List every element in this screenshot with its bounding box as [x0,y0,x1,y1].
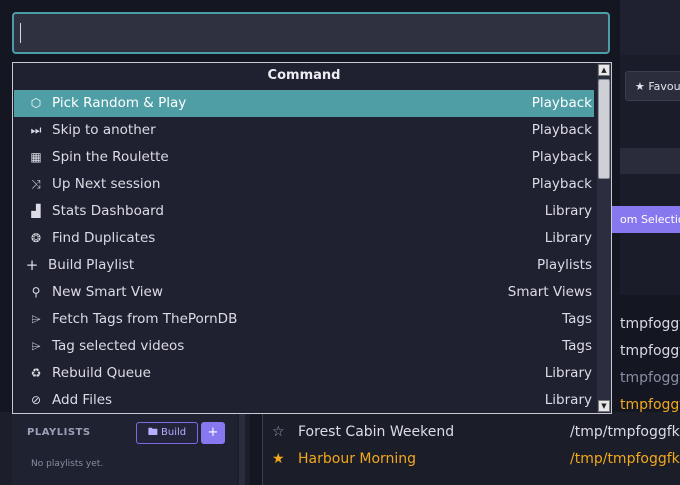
link-icon: ⊘ [30,393,42,407]
command-category: Tags [562,338,592,354]
command-label: Spin the Roulette [52,149,169,165]
command-label: Up Next session [52,176,161,192]
command-item[interactable]: ⤨ Up Next session Playback [14,171,594,198]
tag-icon: ⌲ [31,339,41,353]
cube-icon: ⬡ [30,96,42,110]
video-path: /tmp/tmpfoggfk5 [570,451,680,467]
command-category: Tags [562,311,592,327]
sidebar-scrollbar[interactable] [239,412,245,485]
command-category: Playback [531,95,592,111]
command-item[interactable]: ♻ Rebuild Queue Library [14,360,594,387]
plus-icon: + [25,256,39,274]
command-item[interactable]: ▦ Spin the Roulette Playback [14,144,594,171]
command-category: Smart Views [507,284,592,300]
playlists-title: PLAYLISTS [27,427,91,438]
empty-playlists-text: No playlists yet. [31,459,104,469]
from-selection-button[interactable]: om Selection [610,206,680,233]
table-row[interactable]: ★ Harbour Morning /tmp/tmpfoggfk5 [262,446,680,473]
command-search-input[interactable] [12,12,610,54]
path-text: tmpfoggfk5 [620,316,680,332]
video-path: /tmp/tmpfoggfk5 [570,424,680,440]
command-label: Stats Dashboard [52,203,164,219]
list-item[interactable]: tmpfoggfk5 [620,338,680,365]
video-title: Harbour Morning [298,451,417,467]
command-item[interactable]: ⊘ Add Files Library [14,387,594,413]
command-label: Tag selected videos [52,338,185,354]
command-category: Playback [531,176,592,192]
command-category: Playback [531,149,592,165]
scroll-down-icon[interactable]: ▼ [598,400,610,412]
command-category: Library [544,203,592,219]
list-item[interactable]: tmpfoggfk5 [620,311,680,338]
command-column-header: Command [267,68,341,83]
command-label: Add Files [52,392,113,408]
bar-chart-icon: ▟ [31,204,41,218]
command-label: Rebuild Queue [52,365,151,381]
magnifier-icon: ⚲ [31,285,41,299]
skip-icon: ⏭ [30,123,42,137]
command-item[interactable]: ⌲ Fetch Tags from ThePornDB Tags [14,306,594,333]
tag-icon: ⌲ [31,312,41,326]
command-palette: Command ⬡ Pick Random & Play Playback ⏭ … [12,62,612,414]
list-item[interactable]: tmpfoggfk5 [620,365,680,392]
duplicate-icon: ❂ [30,231,42,245]
shuffle-icon: ⤨ [31,177,41,191]
command-category: Library [544,365,592,381]
command-item[interactable]: ⚲ New Smart View Smart Views [14,279,594,306]
path-text: tmpfoggfk5 [620,343,680,359]
path-text: tmpfoggfk5 [620,370,680,386]
command-category: Library [544,392,592,408]
command-label: New Smart View [52,284,163,300]
command-item[interactable]: ▟ Stats Dashboard Library [14,198,594,225]
palette-scrollbar[interactable]: ▲ ▼ [597,63,611,413]
text-caret [20,23,21,43]
command-label: Fetch Tags from ThePornDB [52,311,238,327]
filter-input[interactable] [620,148,680,174]
command-item[interactable]: ⌲ Tag selected videos Tags [14,333,594,360]
add-playlist-button[interactable]: + [201,422,225,444]
build-playlist-button[interactable]: 🖿 Build [136,422,198,444]
command-label: Skip to another [52,122,156,138]
toolbar-background [620,0,680,55]
command-item[interactable]: ⏭ Skip to another Playback [14,117,594,144]
command-item[interactable]: ⬡ Pick Random & Play Playback [14,90,594,117]
scroll-up-icon[interactable]: ▲ [598,64,610,76]
favourites-button[interactable]: ★ Favour [625,71,680,101]
star-outline-icon[interactable]: ☆ [272,419,285,446]
recycle-icon: ♻ [30,366,42,380]
command-item[interactable]: + Build Playlist Playlists [14,252,594,279]
command-item[interactable]: ❂ Find Duplicates Library [14,225,594,252]
command-label: Find Duplicates [52,230,156,246]
command-label: Pick Random & Play [52,95,187,111]
table-row[interactable]: ☆ Forest Cabin Weekend /tmp/tmpfoggfk5 [262,419,680,446]
scrollbar-thumb[interactable] [598,79,610,179]
command-label: Build Playlist [48,257,135,273]
command-category: Library [544,230,592,246]
video-title: Forest Cabin Weekend [298,424,455,440]
star-filled-icon[interactable]: ★ [272,446,285,473]
roulette-icon: ▦ [30,150,42,164]
command-category: Playback [531,122,592,138]
command-category: Playlists [536,257,592,273]
